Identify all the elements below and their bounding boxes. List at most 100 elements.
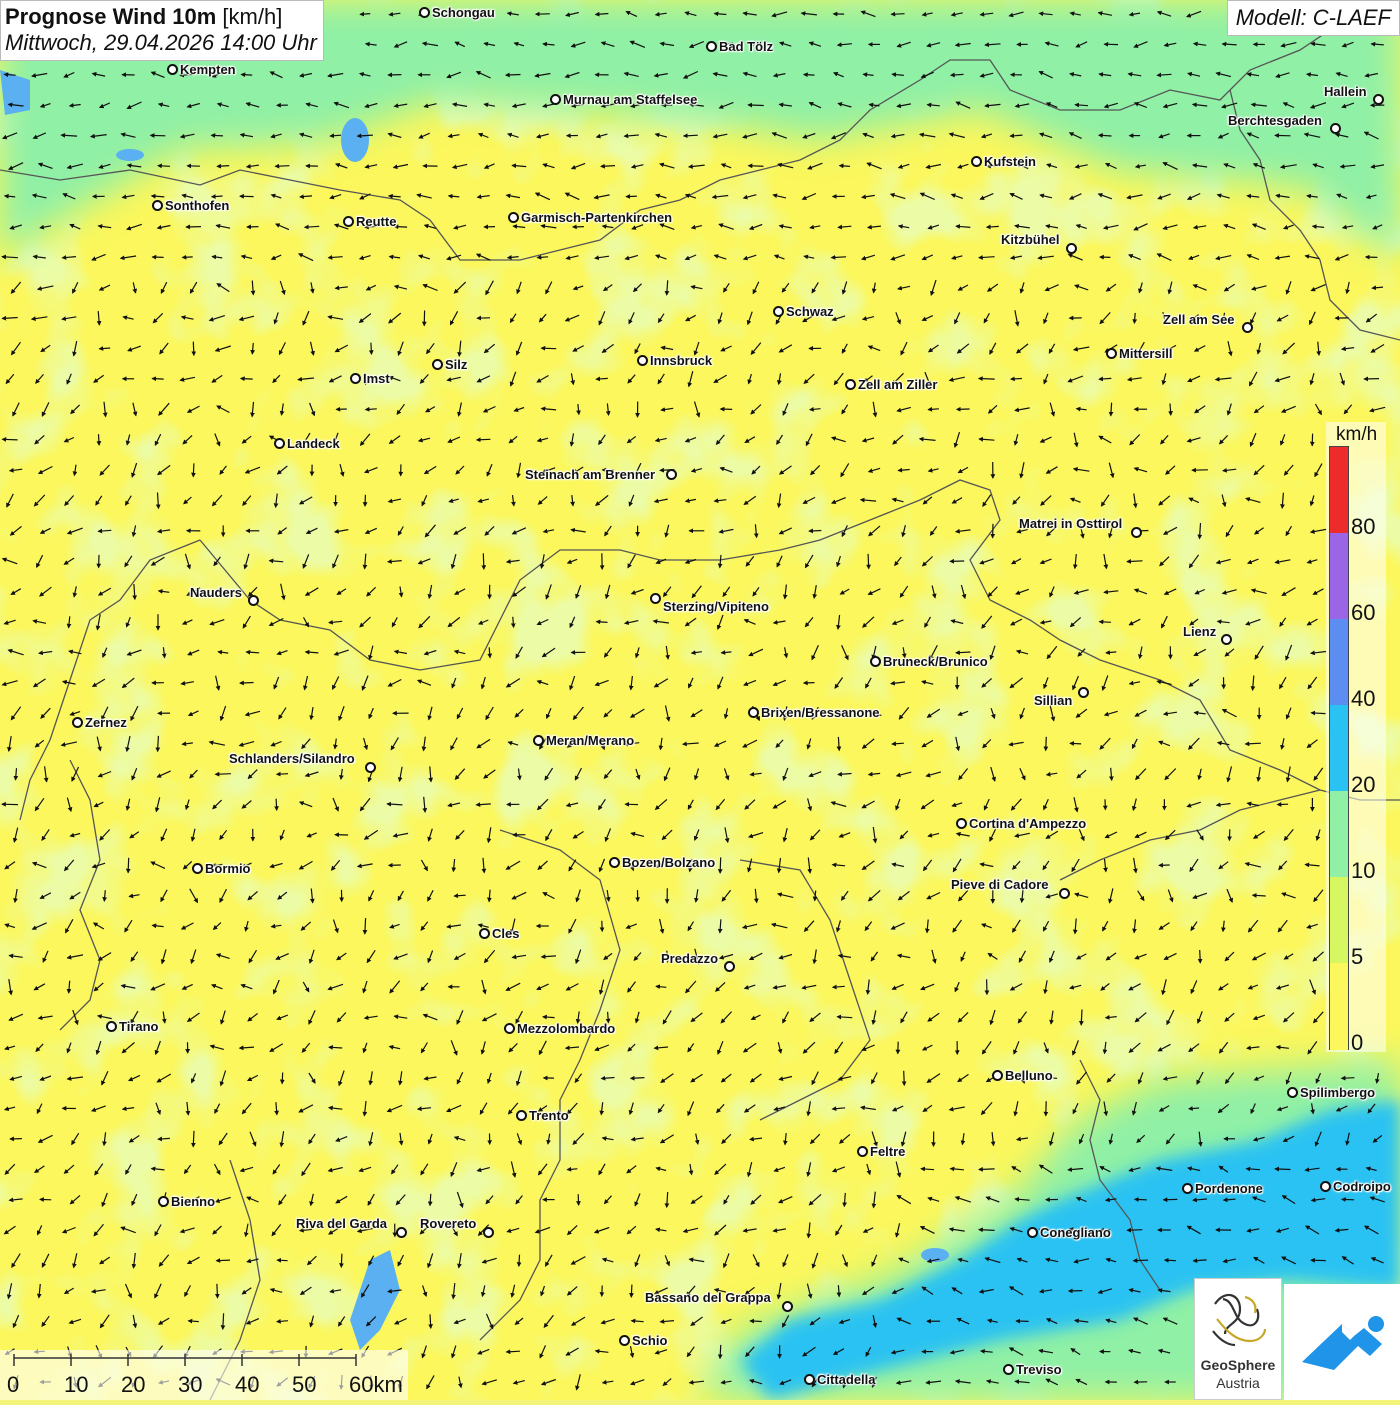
city-label: Tirano <box>119 1020 159 1034</box>
wind-arrow <box>1165 1260 1176 1261</box>
wind-arrow <box>183 257 193 258</box>
city-marker <box>845 379 856 390</box>
city-label: Hallein <box>1324 85 1367 99</box>
wind-arrow <box>1127 1230 1142 1231</box>
city-label: Feltre <box>870 1145 905 1159</box>
city-marker <box>396 1227 407 1238</box>
wind-arrow <box>749 166 764 167</box>
legend-tick-label: 80 <box>1351 514 1375 540</box>
wind-arrow <box>838 1285 839 1296</box>
legend-segment <box>1330 791 1348 878</box>
city-marker <box>106 1021 117 1032</box>
wind-arrow <box>1011 379 1022 380</box>
city-label: Trento <box>529 1109 569 1123</box>
city-label: Treviso <box>1016 1363 1062 1377</box>
scale-tick-label: 0 <box>7 1372 19 1398</box>
legend-segment <box>1330 533 1348 620</box>
city-marker <box>504 1023 515 1034</box>
city-marker <box>1221 634 1232 645</box>
city-marker <box>609 857 620 868</box>
wind-arrow <box>188 1321 198 1322</box>
city-label: Murnau am Staffelsee <box>563 93 697 107</box>
wind-arrow <box>979 1230 995 1231</box>
city-marker <box>167 64 178 75</box>
wind-arrow <box>158 166 170 167</box>
city-marker <box>152 200 163 211</box>
city-label: Schlanders/Silandro <box>229 752 355 766</box>
city-label: Cittadella <box>817 1373 876 1387</box>
wind-arrow <box>277 774 288 775</box>
wind-arrow <box>513 617 514 627</box>
wind-arrow <box>1253 895 1266 896</box>
legend-tick-label: 10 <box>1351 858 1375 884</box>
wind-arrow <box>99 348 110 349</box>
wind-arrow <box>750 1321 762 1322</box>
legend-tick-label: 40 <box>1351 686 1375 712</box>
city-label: Nauders <box>190 586 242 600</box>
unit-label: [km/h] <box>222 4 282 29</box>
city-marker <box>1131 527 1142 538</box>
legend-tick-label: 5 <box>1351 944 1363 970</box>
wind-arrow <box>538 257 549 258</box>
city-marker <box>637 355 648 366</box>
scale-tick-label: 10 <box>64 1372 88 1398</box>
wind-arrow <box>1100 622 1111 623</box>
city-label: Sillian <box>1034 694 1072 708</box>
wind-arrow <box>489 647 490 657</box>
city-label: Zernez <box>85 716 127 730</box>
wind-arrow <box>2 439 17 440</box>
wind-arrow <box>276 799 277 810</box>
legend-segment <box>1330 705 1348 792</box>
city-marker <box>1066 243 1077 254</box>
wind-arrow <box>597 622 608 623</box>
wind-arrow <box>216 774 231 775</box>
title-box: Prognose Wind 10m [km/h] Mittwoch, 29.04… <box>0 0 324 61</box>
city-label: Cortina d'Ampezzo <box>969 817 1086 831</box>
wind-arrow <box>99 434 100 445</box>
city-label: Mezzolombardo <box>517 1022 615 1036</box>
model-label: Modell: C-LAEF <box>1227 0 1400 36</box>
city-label: Codroipo <box>1333 1180 1391 1194</box>
city-label: Bassano del Grappa <box>645 1291 771 1305</box>
city-marker <box>1106 348 1117 359</box>
city-marker <box>274 438 285 449</box>
wind-arrow <box>211 135 223 136</box>
city-label: Belluno <box>1005 1069 1053 1083</box>
wind-arrow <box>892 743 904 744</box>
city-marker <box>804 1374 815 1385</box>
city-marker <box>956 818 967 829</box>
wind-arrow <box>720 857 721 873</box>
forecast-datetime: Mittwoch, 29.04.2026 14:00 Uhr <box>5 30 317 56</box>
legend-segment <box>1330 447 1348 534</box>
logo-subtitle: Austria <box>1195 1375 1281 1391</box>
wind-arrow <box>4 74 15 75</box>
city-marker <box>782 1301 793 1312</box>
city-label: Innsbruck <box>650 354 712 368</box>
wind-arrow <box>979 379 995 380</box>
city-marker <box>1330 123 1341 134</box>
city-label: Reutte <box>356 215 396 229</box>
wind-arrow <box>1127 561 1142 562</box>
app-logo[interactable] <box>1284 1284 1400 1400</box>
wind-arrow <box>483 553 484 569</box>
city-marker <box>419 7 430 18</box>
wind-arrow <box>152 379 163 380</box>
geosphere-logo[interactable]: GeoSphere Austria <box>1194 1278 1282 1400</box>
city-label: Landeck <box>287 437 340 451</box>
wind-arrow <box>1081 1010 1082 1025</box>
city-marker <box>365 762 376 773</box>
wind-arrow <box>506 75 521 76</box>
city-label: Garmisch-Partenkirchen <box>521 211 672 225</box>
city-marker <box>1242 322 1253 333</box>
wind-arrow <box>631 1285 632 1297</box>
wind-arrow <box>987 226 999 227</box>
city-label: Schwaz <box>786 305 834 319</box>
city-label: Imst <box>363 372 390 386</box>
wind-arrow <box>193 463 194 476</box>
geosphere-emblem-icon <box>1195 1279 1281 1357</box>
wind-arrow <box>212 196 223 197</box>
wind-arrow <box>241 379 253 380</box>
wind-arrow <box>341 1254 342 1267</box>
city-label: Kufstein <box>984 155 1036 169</box>
wind-arrow <box>543 1017 555 1018</box>
